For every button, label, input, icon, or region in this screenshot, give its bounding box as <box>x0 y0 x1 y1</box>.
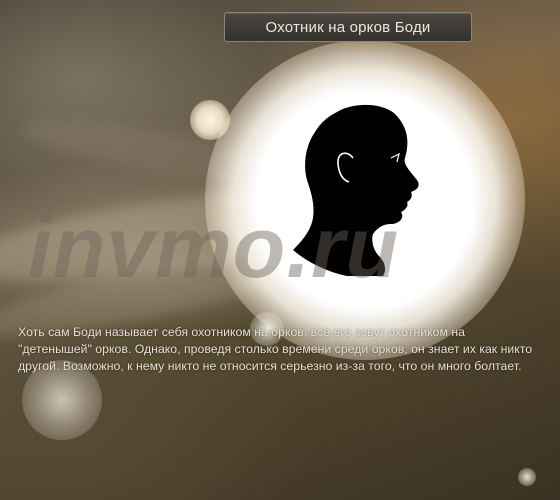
watermark: invmo.ru <box>28 200 400 296</box>
character-info-screen: invmo.ru Охотник на орков Боди Хоть сам … <box>0 0 560 500</box>
character-name: Охотник на орков Боди <box>265 18 431 36</box>
character-name-banner: Охотник на орков Боди <box>224 12 472 42</box>
light-orb <box>518 468 536 486</box>
character-description: Хоть сам Боди называет себя охотником на… <box>18 325 533 373</box>
